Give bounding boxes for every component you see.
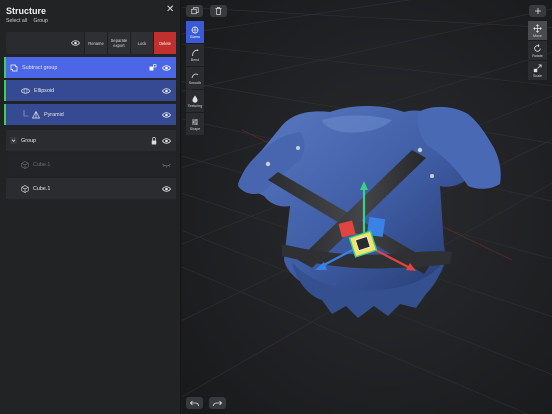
tool-label: Smooth: [188, 80, 202, 85]
cube-icon: [21, 160, 29, 169]
row-label: Group: [21, 137, 36, 144]
rename-button[interactable]: Rename: [84, 32, 107, 54]
pyramid-icon: [32, 110, 40, 118]
row-label: Pyramid: [44, 111, 64, 118]
3d-viewport[interactable]: Gizmo Bend Smooth Texturing Shape Move R…: [182, 0, 552, 414]
row-label: Cube.1: [33, 161, 51, 168]
tool-bend[interactable]: Bend: [186, 44, 204, 66]
bend-icon: [192, 48, 199, 56]
tool-rotate[interactable]: Rotate: [528, 41, 547, 60]
plus-icon: [534, 8, 541, 14]
panel-title: Structure: [6, 6, 47, 16]
select-all-link[interactable]: Select all: [6, 18, 27, 24]
combine-icon[interactable]: [149, 64, 157, 71]
eye-icon[interactable]: [162, 64, 171, 71]
lock-button[interactable]: Lock: [130, 32, 153, 54]
tool-scale[interactable]: Scale: [528, 61, 547, 80]
tool-label: Gizmo: [189, 34, 201, 39]
row-label: Cube.1: [33, 185, 51, 192]
lock-icon[interactable]: [151, 136, 157, 145]
group-indicator: [4, 104, 6, 125]
close-icon[interactable]: ✕: [166, 4, 174, 15]
left-toolbar: Gizmo Bend Smooth Texturing Shape: [186, 21, 204, 136]
trash-icon: [215, 7, 222, 15]
row-pyramid[interactable]: Pyramid: [4, 104, 176, 125]
move-icon: [533, 23, 542, 33]
tool-label: Scale: [533, 73, 542, 78]
scale-icon: [533, 63, 542, 72]
panel-subactions: Select all Group: [6, 18, 53, 24]
shape-icon: [192, 118, 198, 125]
eye-icon[interactable]: [162, 185, 171, 192]
chevron-down-icon[interactable]: [10, 137, 17, 144]
delete-button[interactable]: Delete: [153, 32, 176, 54]
trash-button[interactable]: [210, 5, 227, 17]
action-bar: Rename Separate export Lock Delete: [6, 32, 176, 54]
row-group[interactable]: Group: [6, 130, 176, 151]
row-cube[interactable]: Cube.1: [6, 178, 176, 199]
add-button[interactable]: [529, 5, 546, 17]
eye-hidden-icon[interactable]: [162, 162, 171, 168]
rivet: [296, 146, 300, 150]
tool-gizmo[interactable]: Gizmo: [186, 21, 204, 43]
undo-icon: [190, 400, 199, 406]
tool-texturing[interactable]: Texturing: [186, 90, 204, 112]
smooth-icon: [191, 73, 199, 78]
ellipsoid-icon: [21, 87, 30, 94]
scene: [182, 0, 552, 414]
eye-icon[interactable]: [71, 40, 80, 46]
tool-label: Move: [533, 33, 542, 38]
tool-label: Shape: [189, 126, 201, 131]
redo-button[interactable]: [209, 397, 226, 409]
group-indicator: [4, 57, 6, 78]
texturing-icon: [192, 95, 198, 103]
eye-icon[interactable]: [162, 137, 171, 144]
row-subtract-group[interactable]: Subtract group: [4, 57, 176, 78]
rivet: [417, 147, 423, 153]
separate-export-label: Separate export: [110, 38, 128, 48]
right-toolbar: Move Rotate Scale: [528, 21, 547, 81]
row-label: Ellipsoid: [34, 87, 55, 94]
structure-panel: Structure ✕ Select all Group Rename Sepa…: [0, 0, 181, 414]
undo-button[interactable]: [186, 397, 203, 409]
subtract-icon: [10, 64, 18, 71]
tool-shape[interactable]: Shape: [186, 113, 204, 135]
group-link[interactable]: Group: [34, 18, 48, 24]
rotate-icon: [534, 43, 541, 52]
eye-icon[interactable]: [162, 87, 171, 94]
tool-smooth[interactable]: Smooth: [186, 67, 204, 89]
rivet: [430, 174, 434, 178]
tree-branch-icon: [23, 110, 29, 117]
tool-label: Bend: [190, 57, 200, 62]
copy-button[interactable]: [186, 5, 203, 17]
row-cube-hidden[interactable]: Cube.1: [6, 154, 176, 175]
eye-icon[interactable]: [162, 111, 171, 118]
gizmo-icon: [191, 26, 199, 33]
group-indicator: [4, 80, 6, 101]
tool-move[interactable]: Move: [528, 21, 547, 40]
tool-label: Rotate: [532, 53, 543, 58]
copy-icon: [190, 7, 199, 15]
tool-label: Texturing: [187, 103, 203, 108]
row-ellipsoid[interactable]: Ellipsoid: [4, 80, 176, 101]
rivet: [265, 161, 271, 167]
separate-export-button[interactable]: Separate export: [107, 32, 130, 54]
redo-icon: [213, 400, 222, 406]
row-label: Subtract group: [22, 64, 58, 71]
cube-icon: [21, 184, 29, 193]
